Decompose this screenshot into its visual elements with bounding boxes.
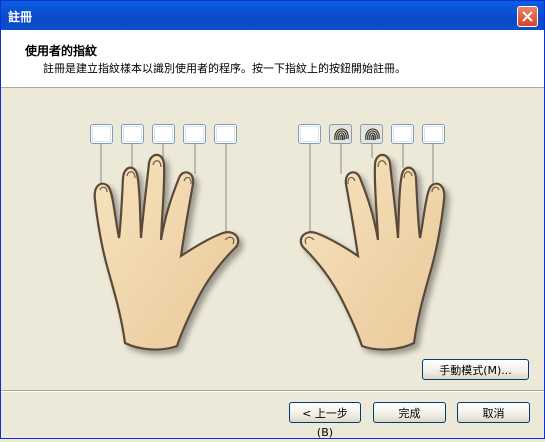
finger-button-left-middle[interactable] [152, 124, 175, 144]
footer-separator [1, 390, 544, 392]
content-area [1, 88, 544, 388]
finger-button-left-index[interactable] [183, 124, 206, 144]
title-bar[interactable]: 註冊 [1, 1, 544, 30]
manual-mode-button[interactable]: 手動模式(M)... [422, 359, 529, 380]
hands-illustration [93, 142, 446, 351]
finger-button-left-pinky[interactable] [90, 124, 113, 144]
header-panel: 使用者的指紋 註冊是建立指紋樣本以識別使用者的程序。按一下指紋上的按鈕開始註冊。 [1, 30, 544, 88]
finger-button-left-ring[interactable] [121, 124, 144, 144]
finger-button-right-pinky[interactable] [422, 124, 445, 144]
finger-button-right-index[interactable] [329, 124, 352, 144]
close-button[interactable] [517, 6, 538, 27]
page-heading: 使用者的指紋 [25, 44, 98, 58]
finger-button-right-thumb[interactable] [298, 124, 321, 144]
back-button[interactable]: < 上一步(B) [289, 402, 361, 439]
left-hand [93, 153, 240, 351]
page-description: 註冊是建立指紋樣本以識別使用者的程序。按一下指紋上的按鈕開始註冊。 [43, 62, 406, 75]
finish-button[interactable]: 完成 [373, 402, 446, 423]
close-icon [522, 11, 533, 22]
finger-button-left-thumb[interactable] [214, 124, 237, 144]
fingerprint-icon [334, 128, 349, 141]
cancel-button[interactable]: 取消 [457, 402, 530, 423]
enroll-dialog: 註冊 使用者的指紋 註冊是建立指紋樣本以識別使用者的程序。按一下指紋上的按鈕開始… [0, 0, 545, 439]
right-hand [299, 153, 446, 351]
fingerprint-icon [365, 128, 380, 141]
finger-button-right-ring[interactable] [391, 124, 414, 144]
window-title: 註冊 [8, 10, 33, 24]
finger-button-right-middle[interactable] [360, 124, 383, 144]
